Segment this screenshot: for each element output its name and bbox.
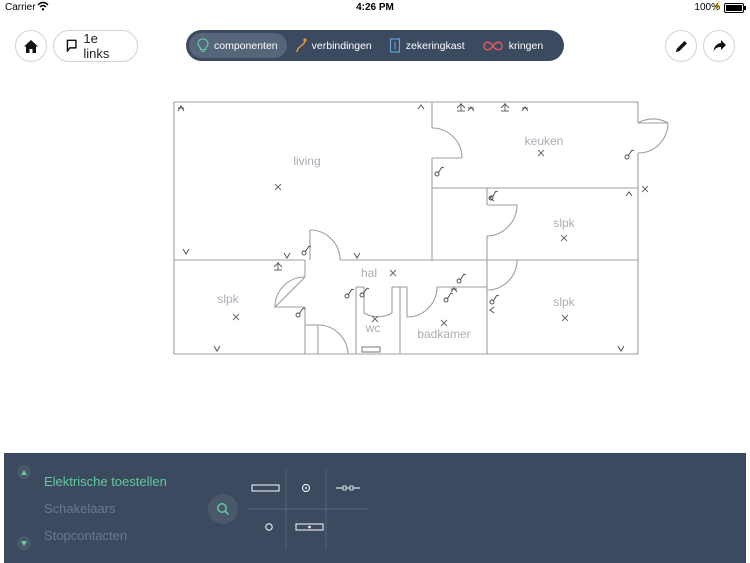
socket-icon[interactable] [625,191,633,197]
socket-icon[interactable] [450,287,458,293]
scroll-down-button[interactable] [17,536,31,550]
light-point-icon[interactable] [537,149,545,157]
point-icon[interactable] [265,523,273,531]
socket-icon[interactable] [521,106,529,112]
light-point-icon[interactable] [232,313,240,321]
ceiling-lamp-icon[interactable] [500,103,510,112]
switch-icon[interactable] [456,273,467,284]
socket-icon[interactable] [489,306,495,314]
wc-fixture[interactable] [361,346,381,353]
switch-icon[interactable] [295,307,306,318]
room-label-slpk: slpk [553,216,575,230]
room-label-hal: hal [361,266,377,280]
triangle-down-icon [21,540,27,546]
ceiling-lamp-icon[interactable] [273,262,283,271]
light-point-icon[interactable] [389,269,397,277]
search-icon [217,503,230,516]
floor-plan[interactable]: living keuken slpk slpk slpk hal wc badk… [0,0,750,450]
light-point-icon[interactable] [561,314,569,322]
socket-icon[interactable] [417,104,425,110]
room-label-slpk: slpk [217,292,239,306]
search-button[interactable] [208,494,238,524]
socket-icon[interactable] [353,252,361,259]
category-schakelaars[interactable]: Schakelaars [44,501,116,516]
ceiling-outlet-icon[interactable] [302,484,310,492]
light-point-icon[interactable] [641,185,649,193]
category-stopcontacten[interactable]: Stopcontacten [44,528,127,543]
category-elektrische-toestellen[interactable]: Elektrische toestellen [44,474,167,489]
light-point-icon[interactable] [274,183,282,191]
socket-icon[interactable] [182,248,190,255]
component-grid [248,469,368,549]
room-label-slpk: slpk [553,295,575,309]
socket-icon[interactable] [617,345,625,352]
light-point-icon[interactable] [560,234,568,242]
socket-icon[interactable] [467,106,475,112]
switch-icon[interactable] [434,166,445,177]
switch-icon[interactable] [624,149,635,160]
room-label-badkamer: badkamer [417,327,470,341]
switch-icon[interactable] [489,294,500,305]
switch-icon[interactable] [443,292,454,303]
boiler-icon[interactable] [295,523,324,531]
socket-icon[interactable] [283,252,291,259]
socket-icon[interactable] [177,105,185,112]
resistor-icon[interactable] [336,485,360,491]
socket-icon[interactable] [213,345,221,352]
ceiling-lamp-icon[interactable] [456,103,466,112]
component-picker-panel: Elektrische toestellen Schakelaars Stopc… [4,453,746,563]
heater-icon[interactable] [251,484,280,492]
switch-icon[interactable] [344,288,355,299]
triangle-up-icon [21,469,27,475]
room-label-keuken: keuken [525,134,564,148]
scroll-up-button[interactable] [17,465,31,479]
light-point-icon[interactable] [440,319,448,327]
room-label-living: living [293,154,320,168]
room-label-wc: wc [365,321,381,335]
